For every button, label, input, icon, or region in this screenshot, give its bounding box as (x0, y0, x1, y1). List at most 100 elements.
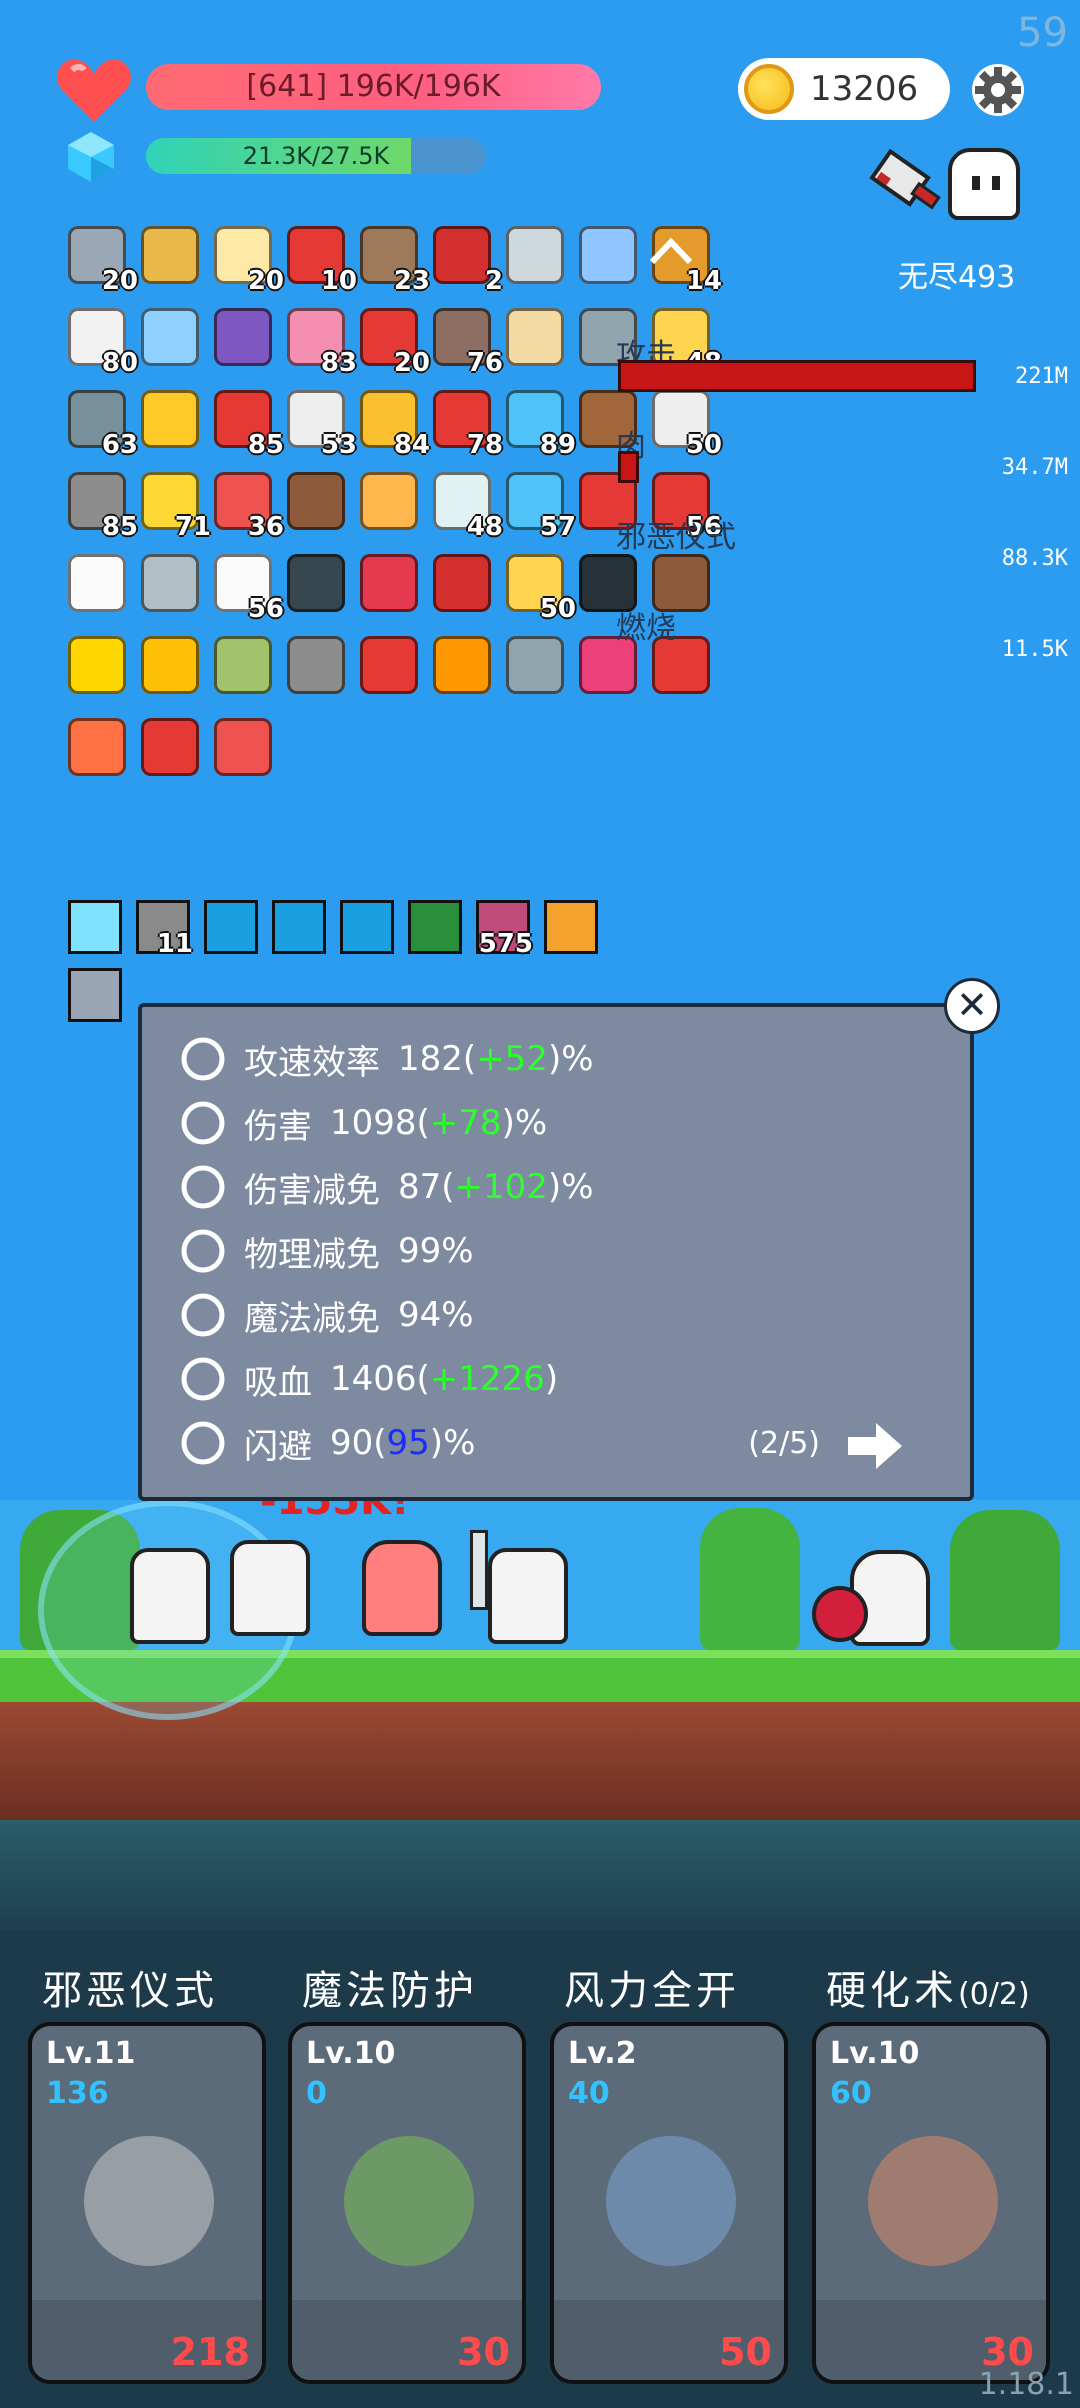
inventory-item[interactable]: 78 (427, 386, 503, 460)
inventory-item[interactable]: 83 (281, 304, 357, 378)
stat-value: 1406 (330, 1359, 417, 1399)
inventory-item[interactable]: 63 (62, 386, 138, 460)
inventory-item[interactable] (135, 304, 205, 374)
ritual-buff-icon[interactable]: 575 (476, 900, 533, 959)
inventory-item[interactable] (62, 550, 132, 620)
map-icon (506, 308, 564, 366)
inventory-item[interactable] (281, 632, 351, 702)
magnet-icon (433, 226, 491, 284)
inventory-item[interactable]: 53 (281, 386, 357, 460)
next-page-arrow-icon[interactable] (848, 1421, 904, 1471)
inventory-item[interactable] (427, 632, 497, 702)
stat-bonus: +1226 (429, 1359, 545, 1399)
stat-value: 182 (398, 1039, 463, 1079)
item-count: 10 (320, 266, 357, 296)
inventory-item[interactable]: 10 (281, 222, 357, 296)
inventory-item[interactable] (500, 632, 570, 702)
buff-count: 11 (156, 929, 193, 959)
inventory-item[interactable] (354, 468, 424, 538)
collapse-chevron-icon[interactable] (648, 236, 694, 266)
mushroom-icon (287, 472, 345, 530)
pink-pig-hero (362, 1540, 442, 1636)
inventory-item[interactable]: 85 (62, 468, 138, 542)
inventory-item[interactable] (281, 550, 351, 620)
inventory-item[interactable] (135, 714, 205, 784)
inventory-item[interactable]: 20 (62, 222, 138, 296)
cleaver-icon[interactable] (858, 144, 944, 230)
buff-count: 575 (478, 929, 533, 959)
heat-icon (141, 718, 199, 776)
inventory-item[interactable]: 76 (427, 304, 503, 378)
card-icon (579, 226, 637, 284)
inventory-item[interactable]: 84 (354, 386, 430, 460)
stat-label: 吸血 (244, 1362, 312, 1403)
skill-level: Lv.10 (306, 2036, 396, 2071)
item-count: 50 (685, 430, 722, 460)
inventory-item[interactable] (427, 550, 497, 620)
stat-suffix: % (561, 1167, 594, 1207)
tree (700, 1508, 800, 1650)
inventory-item[interactable]: 71 (135, 468, 211, 542)
stat-bonus: +52 (476, 1039, 548, 1079)
skill-card[interactable]: Lv.2 40 50 (550, 2022, 788, 2384)
skill-name-text: 硬化术 (826, 1968, 958, 2014)
light-buff-icon[interactable] (68, 900, 122, 954)
inventory-item[interactable] (208, 304, 278, 374)
inventory-item[interactable] (135, 222, 205, 292)
close-popup-button[interactable]: ✕ (944, 978, 1000, 1034)
sun-icon (68, 636, 126, 694)
wind-buff-icon[interactable] (408, 900, 462, 954)
inventory-item[interactable]: 80 (62, 304, 138, 378)
inventory-item[interactable] (135, 550, 205, 620)
inventory-item[interactable]: 50 (500, 550, 576, 624)
armor-buff-icon[interactable]: 11 (136, 900, 193, 959)
inventory-item[interactable] (208, 632, 278, 702)
inventory-item[interactable]: 50 (646, 386, 722, 460)
inventory-item[interactable] (500, 304, 570, 374)
skill-name-text: 邪恶仪式 (42, 1968, 218, 2014)
vortex-buff-icon[interactable] (272, 900, 326, 954)
inventory-item[interactable]: 20 (354, 304, 430, 378)
inventory-item[interactable]: 20 (208, 222, 284, 296)
inventory-item[interactable] (573, 222, 643, 292)
stat-value: 1098 (330, 1103, 417, 1143)
skill-card[interactable]: Lv.10 60 30 (812, 2022, 1050, 2384)
inventory-item[interactable]: 57 (500, 468, 576, 542)
vortex-buff-icon[interactable] (204, 900, 258, 954)
inventory-item[interactable] (500, 222, 570, 292)
inventory-item[interactable]: 89 (500, 386, 576, 460)
inventory-item[interactable] (135, 632, 205, 702)
checklist-icon (68, 554, 126, 612)
inventory-item[interactable]: 36 (208, 468, 284, 542)
inventory-item[interactable]: 23 (354, 222, 430, 296)
inventory-item[interactable] (62, 632, 132, 702)
inventory-item[interactable] (62, 714, 132, 784)
leaves-icon (344, 2136, 474, 2266)
inventory-item[interactable] (354, 550, 424, 620)
skill-card[interactable]: Lv.10 0 30 (288, 2022, 526, 2384)
shadow-buff-icon[interactable] (68, 968, 122, 1022)
item-count: 14 (685, 266, 722, 296)
skill-cost: 30 (457, 2330, 510, 2374)
frame-icon (141, 308, 199, 366)
stat-row: 伤害减免 87(+102)% (178, 1159, 594, 1215)
item-count: 89 (539, 430, 576, 460)
ghost-icon[interactable] (948, 148, 1020, 220)
inventory-item[interactable]: 2 (427, 222, 503, 296)
vortex-buff-icon[interactable] (340, 900, 394, 954)
inventory-item[interactable] (354, 632, 424, 702)
inventory-item[interactable]: 85 (208, 386, 284, 460)
gem-icon (360, 554, 418, 612)
skill-card[interactable]: Lv.11 136 218 (28, 2022, 266, 2384)
fire-buff-icon[interactable] (544, 900, 598, 954)
inventory-item[interactable] (281, 468, 351, 538)
inventory-item[interactable] (208, 714, 278, 784)
damage-stat-value: 88.3K (1001, 546, 1068, 571)
enemy-shield (812, 1586, 868, 1642)
inventory-item[interactable]: 56 (208, 550, 284, 624)
stat-label: 伤害 (244, 1106, 312, 1147)
inventory-item[interactable] (135, 386, 205, 456)
skill-level: Lv.11 (46, 2036, 136, 2071)
gear-icon[interactable] (968, 60, 1028, 120)
inventory-item[interactable]: 48 (427, 468, 503, 542)
